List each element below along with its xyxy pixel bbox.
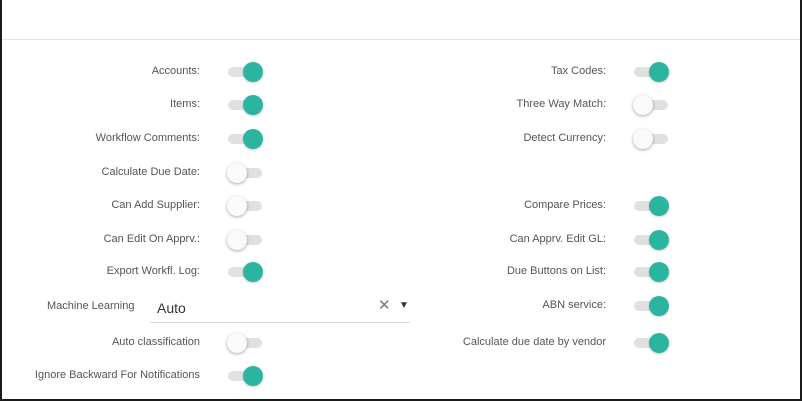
setting-label-auto-classification: Auto classification	[111, 336, 200, 348]
can-edit-on-apprv-toggle[interactable]	[227, 230, 264, 250]
accounts-toggle[interactable]	[228, 62, 264, 82]
setting-label-can-apprv-edit-gl: Can Apprv. Edit GL:	[509, 233, 606, 245]
settings-panel: Accounts: Items: Workflow Comments: Calc…	[0, 0, 802, 401]
setting-row-tax-codes: Tax Codes:	[402, 62, 800, 82]
setting-row-can-apprv-edit-gl: Can Apprv. Edit GL:	[402, 230, 800, 250]
panel-header	[2, 0, 800, 40]
tax-codes-toggle[interactable]	[634, 62, 670, 82]
setting-row-calculate-due-date-by-vendor: Calculate due date by vendor	[402, 333, 800, 353]
setting-label-abn-service: ABN service:	[542, 299, 606, 311]
setting-row-three-way-match: Three Way Match:	[402, 95, 800, 115]
workflow-comments-toggle[interactable]	[228, 129, 264, 149]
setting-row-workflow-comments: Workflow Comments:	[2, 129, 402, 149]
can-apprv-edit-gl-toggle[interactable]	[634, 230, 670, 250]
setting-label-workflow-comments: Workflow Comments:	[95, 132, 200, 144]
setting-label-detect-currency: Detect Currency:	[523, 132, 606, 144]
setting-row-export-workfl-log: Export Workfl. Log:	[2, 262, 402, 282]
abn-service-toggle[interactable]	[634, 296, 670, 316]
machine-learning-value: Auto	[157, 300, 186, 316]
ignore-backward-toggle[interactable]	[228, 366, 264, 386]
setting-row-auto-classification: Auto classification	[2, 333, 402, 353]
setting-label-export-workfl-log: Export Workfl. Log:	[106, 265, 200, 277]
setting-label-three-way-match: Three Way Match:	[516, 98, 606, 110]
setting-row-compare-prices: Compare Prices:	[402, 196, 800, 216]
setting-row-can-add-supplier: Can Add Supplier:	[2, 196, 402, 216]
setting-row-calculate-due-date: Calculate Due Date:	[2, 163, 402, 183]
detect-currency-toggle[interactable]	[633, 129, 670, 149]
setting-label-tax-codes: Tax Codes:	[550, 65, 606, 77]
setting-label-ignore-backward: Ignore Backward For Notifications	[34, 369, 200, 381]
compare-prices-toggle[interactable]	[634, 196, 670, 216]
setting-label-items: Items:	[170, 98, 200, 110]
setting-row-items: Items:	[2, 95, 402, 115]
can-add-supplier-toggle[interactable]	[227, 196, 264, 216]
machine-learning-label: Machine Learning	[47, 300, 135, 312]
clear-icon[interactable]: ✕	[378, 298, 391, 313]
setting-label-can-edit-on-apprv: Can Edit On Apprv.:	[103, 233, 200, 245]
export-workfl-log-toggle[interactable]	[228, 262, 264, 282]
machine-learning-select[interactable]: Auto ✕ ▼	[150, 296, 410, 323]
setting-label-can-add-supplier: Can Add Supplier:	[111, 199, 200, 211]
setting-row-detect-currency: Detect Currency:	[402, 129, 800, 149]
auto-classification-toggle[interactable]	[227, 333, 264, 353]
calculate-due-date-by-vendor-toggle[interactable]	[634, 333, 670, 353]
setting-label-accounts: Accounts:	[151, 65, 200, 77]
setting-row-abn-service: ABN service:	[402, 296, 800, 316]
setting-row-due-buttons-on-list: Due Buttons on List:	[402, 262, 800, 282]
three-way-match-toggle[interactable]	[633, 95, 670, 115]
calculate-due-date-toggle[interactable]	[227, 163, 264, 183]
setting-row-accounts: Accounts:	[2, 62, 402, 82]
due-buttons-on-list-toggle[interactable]	[634, 262, 670, 282]
setting-label-calculate-due-date: Calculate Due Date:	[101, 166, 200, 178]
setting-label-compare-prices: Compare Prices:	[524, 199, 606, 211]
items-toggle[interactable]	[228, 95, 264, 115]
setting-row-ignore-backward: Ignore Backward For Notifications	[2, 366, 402, 386]
setting-row-can-edit-on-apprv: Can Edit On Apprv.:	[2, 230, 402, 250]
setting-label-due-buttons-on-list: Due Buttons on List:	[506, 265, 606, 277]
setting-label-calculate-due-date-by-vendor: Calculate due date by vendor	[462, 336, 606, 348]
